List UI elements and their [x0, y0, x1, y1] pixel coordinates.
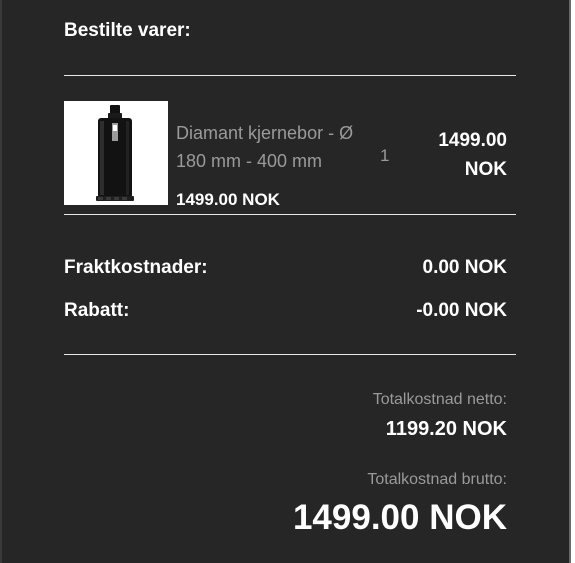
discount-value: -0.00 NOK — [416, 300, 507, 321]
divider-totals — [64, 354, 516, 355]
core-drill-bit-icon — [64, 101, 168, 205]
shipping-label: Fraktkostnader: — [64, 257, 208, 278]
order-heading: Bestilte varer: — [64, 20, 191, 41]
product-image[interactable] — [64, 101, 168, 205]
net-total-label: Totalkostnad netto: — [372, 391, 507, 408]
product-line-total: 1499.00 NOK — [397, 126, 507, 184]
product-line-total-currency: NOK — [464, 159, 507, 180]
product-quantity: 1 — [380, 146, 390, 165]
product-line-total-amount: 1499.00 — [438, 130, 507, 151]
order-summary-panel: Bestilte varer: Diamant kjernebor - Ø 18… — [0, 0, 571, 563]
net-total-value: 1199.20 NOK — [385, 418, 507, 440]
divider-items — [64, 214, 516, 215]
divider-top — [64, 75, 516, 76]
shipping-value: 0.00 NOK — [422, 257, 507, 278]
gross-total-label: Totalkostnad brutto: — [367, 471, 507, 488]
gross-total-value: 1499.00 NOK — [292, 498, 507, 537]
discount-label: Rabatt: — [64, 300, 130, 321]
product-name[interactable]: Diamant kjernebor - Ø 180 mm - 400 mm — [176, 119, 376, 175]
product-unit-price: 1499.00 NOK — [176, 190, 280, 209]
